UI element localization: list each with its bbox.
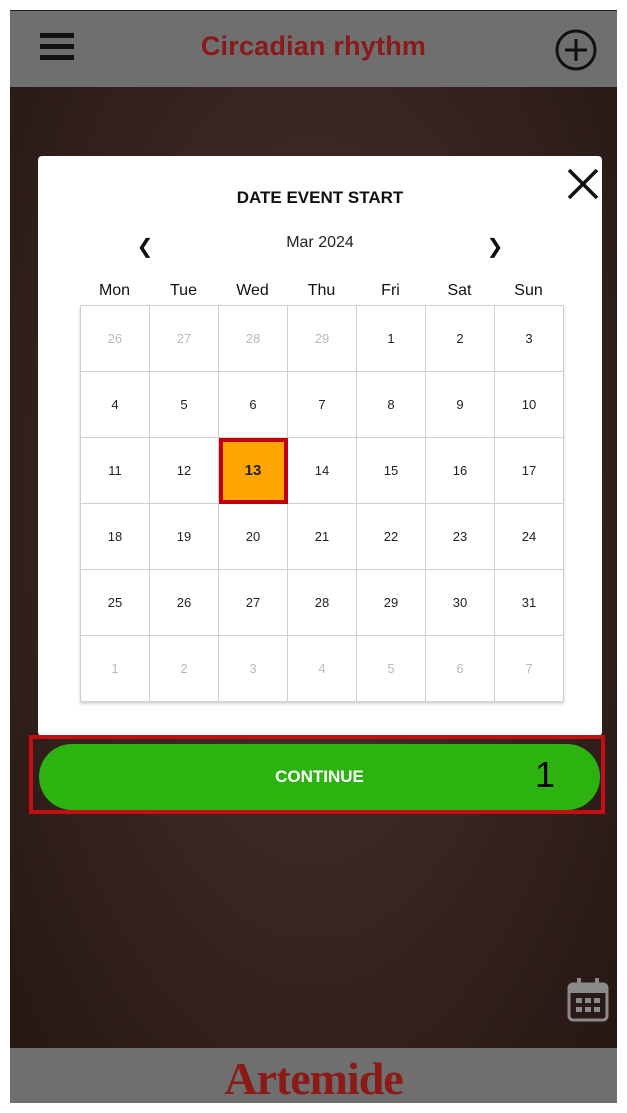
weekday-label: Fri [381,282,400,299]
day-cell[interactable]: 31 [495,570,564,636]
day-cell[interactable]: 12 [150,438,219,504]
day-cell[interactable]: 6 [426,636,495,702]
footer-bar: Artemide [10,1048,617,1103]
day-cell[interactable]: 8 [357,372,426,438]
weekday-label: Sat [447,282,472,299]
weekday-label: Tue [170,282,197,299]
app-screen: Circadian rhythm DATE EVENT START ❮ Mar … [10,10,617,1103]
day-cell[interactable]: 7 [288,372,357,438]
day-cell[interactable]: 22 [357,504,426,570]
day-cell[interactable]: 28 [288,570,357,636]
plus-circle-icon[interactable] [553,27,599,73]
day-cell[interactable]: 29 [357,570,426,636]
weekday-label: Sun [514,282,543,299]
calendar-icon[interactable] [566,976,610,1024]
day-cell[interactable]: 21 [288,504,357,570]
day-cell[interactable]: 17 [495,438,564,504]
day-cell[interactable]: 7 [495,636,564,702]
day-cell[interactable]: 5 [150,372,219,438]
weekday-label: Mon [98,282,131,299]
weekday-header: Mon Tue Wed Thu Fri Sat Sun [80,282,563,304]
day-cell[interactable]: 28 [219,306,288,372]
month-label: Mar 2024 [286,234,354,251]
calendar-grid: 26 27 28 29 1 2 3 4 5 6 7 8 9 10 11 12 13 14 15 16 17 18 19 20 2… [80,305,564,702]
day-cell[interactable]: 5 [357,636,426,702]
day-cell[interactable]: 4 [288,636,357,702]
day-cell[interactable]: 23 [426,504,495,570]
step-number-label: 1 [535,754,556,795]
day-cell[interactable]: 11 [81,438,150,504]
day-cell[interactable]: 2 [426,306,495,372]
day-cell[interactable]: 15 [357,438,426,504]
day-cell[interactable]: 29 [288,306,357,372]
day-cell[interactable]: 1 [357,306,426,372]
day-cell[interactable]: 2 [150,636,219,702]
top-bar: Circadian rhythm [10,10,617,87]
day-cell[interactable]: 20 [219,504,288,570]
day-cell[interactable]: 27 [219,570,288,636]
dialog-title: DATE EVENT START [236,188,404,207]
continue-button[interactable]: CONTINUE [39,744,600,810]
chevron-right-icon[interactable]: ❯ [483,234,507,259]
day-cell[interactable]: 26 [81,306,150,372]
day-cell[interactable]: 24 [495,504,564,570]
day-cell[interactable]: 4 [81,372,150,438]
day-cell[interactable]: 10 [495,372,564,438]
day-cell[interactable]: 26 [150,570,219,636]
date-picker-dialog: DATE EVENT START ❮ Mar 2024 ❯ Mon Tue Wed T… [38,156,602,736]
app-title: Circadian rhythm [200,31,427,61]
day-cell[interactable]: 19 [150,504,219,570]
day-cell[interactable]: 18 [81,504,150,570]
day-cell[interactable]: 25 [81,570,150,636]
day-cell[interactable]: 3 [219,636,288,702]
day-cell[interactable]: 3 [495,306,564,372]
day-cell[interactable]: 27 [150,306,219,372]
selected-day-cell[interactable]: 13 [219,438,288,504]
weekday-label: Wed [236,282,269,299]
day-cell[interactable]: 16 [426,438,495,504]
day-cell[interactable]: 30 [426,570,495,636]
day-cell[interactable]: 6 [219,372,288,438]
day-cell[interactable]: 1 [81,636,150,702]
day-cell[interactable]: 9 [426,372,495,438]
brand-logo: Artemide [224,1053,403,1103]
weekday-label: Thu [307,282,336,299]
day-cell[interactable]: 14 [288,438,357,504]
